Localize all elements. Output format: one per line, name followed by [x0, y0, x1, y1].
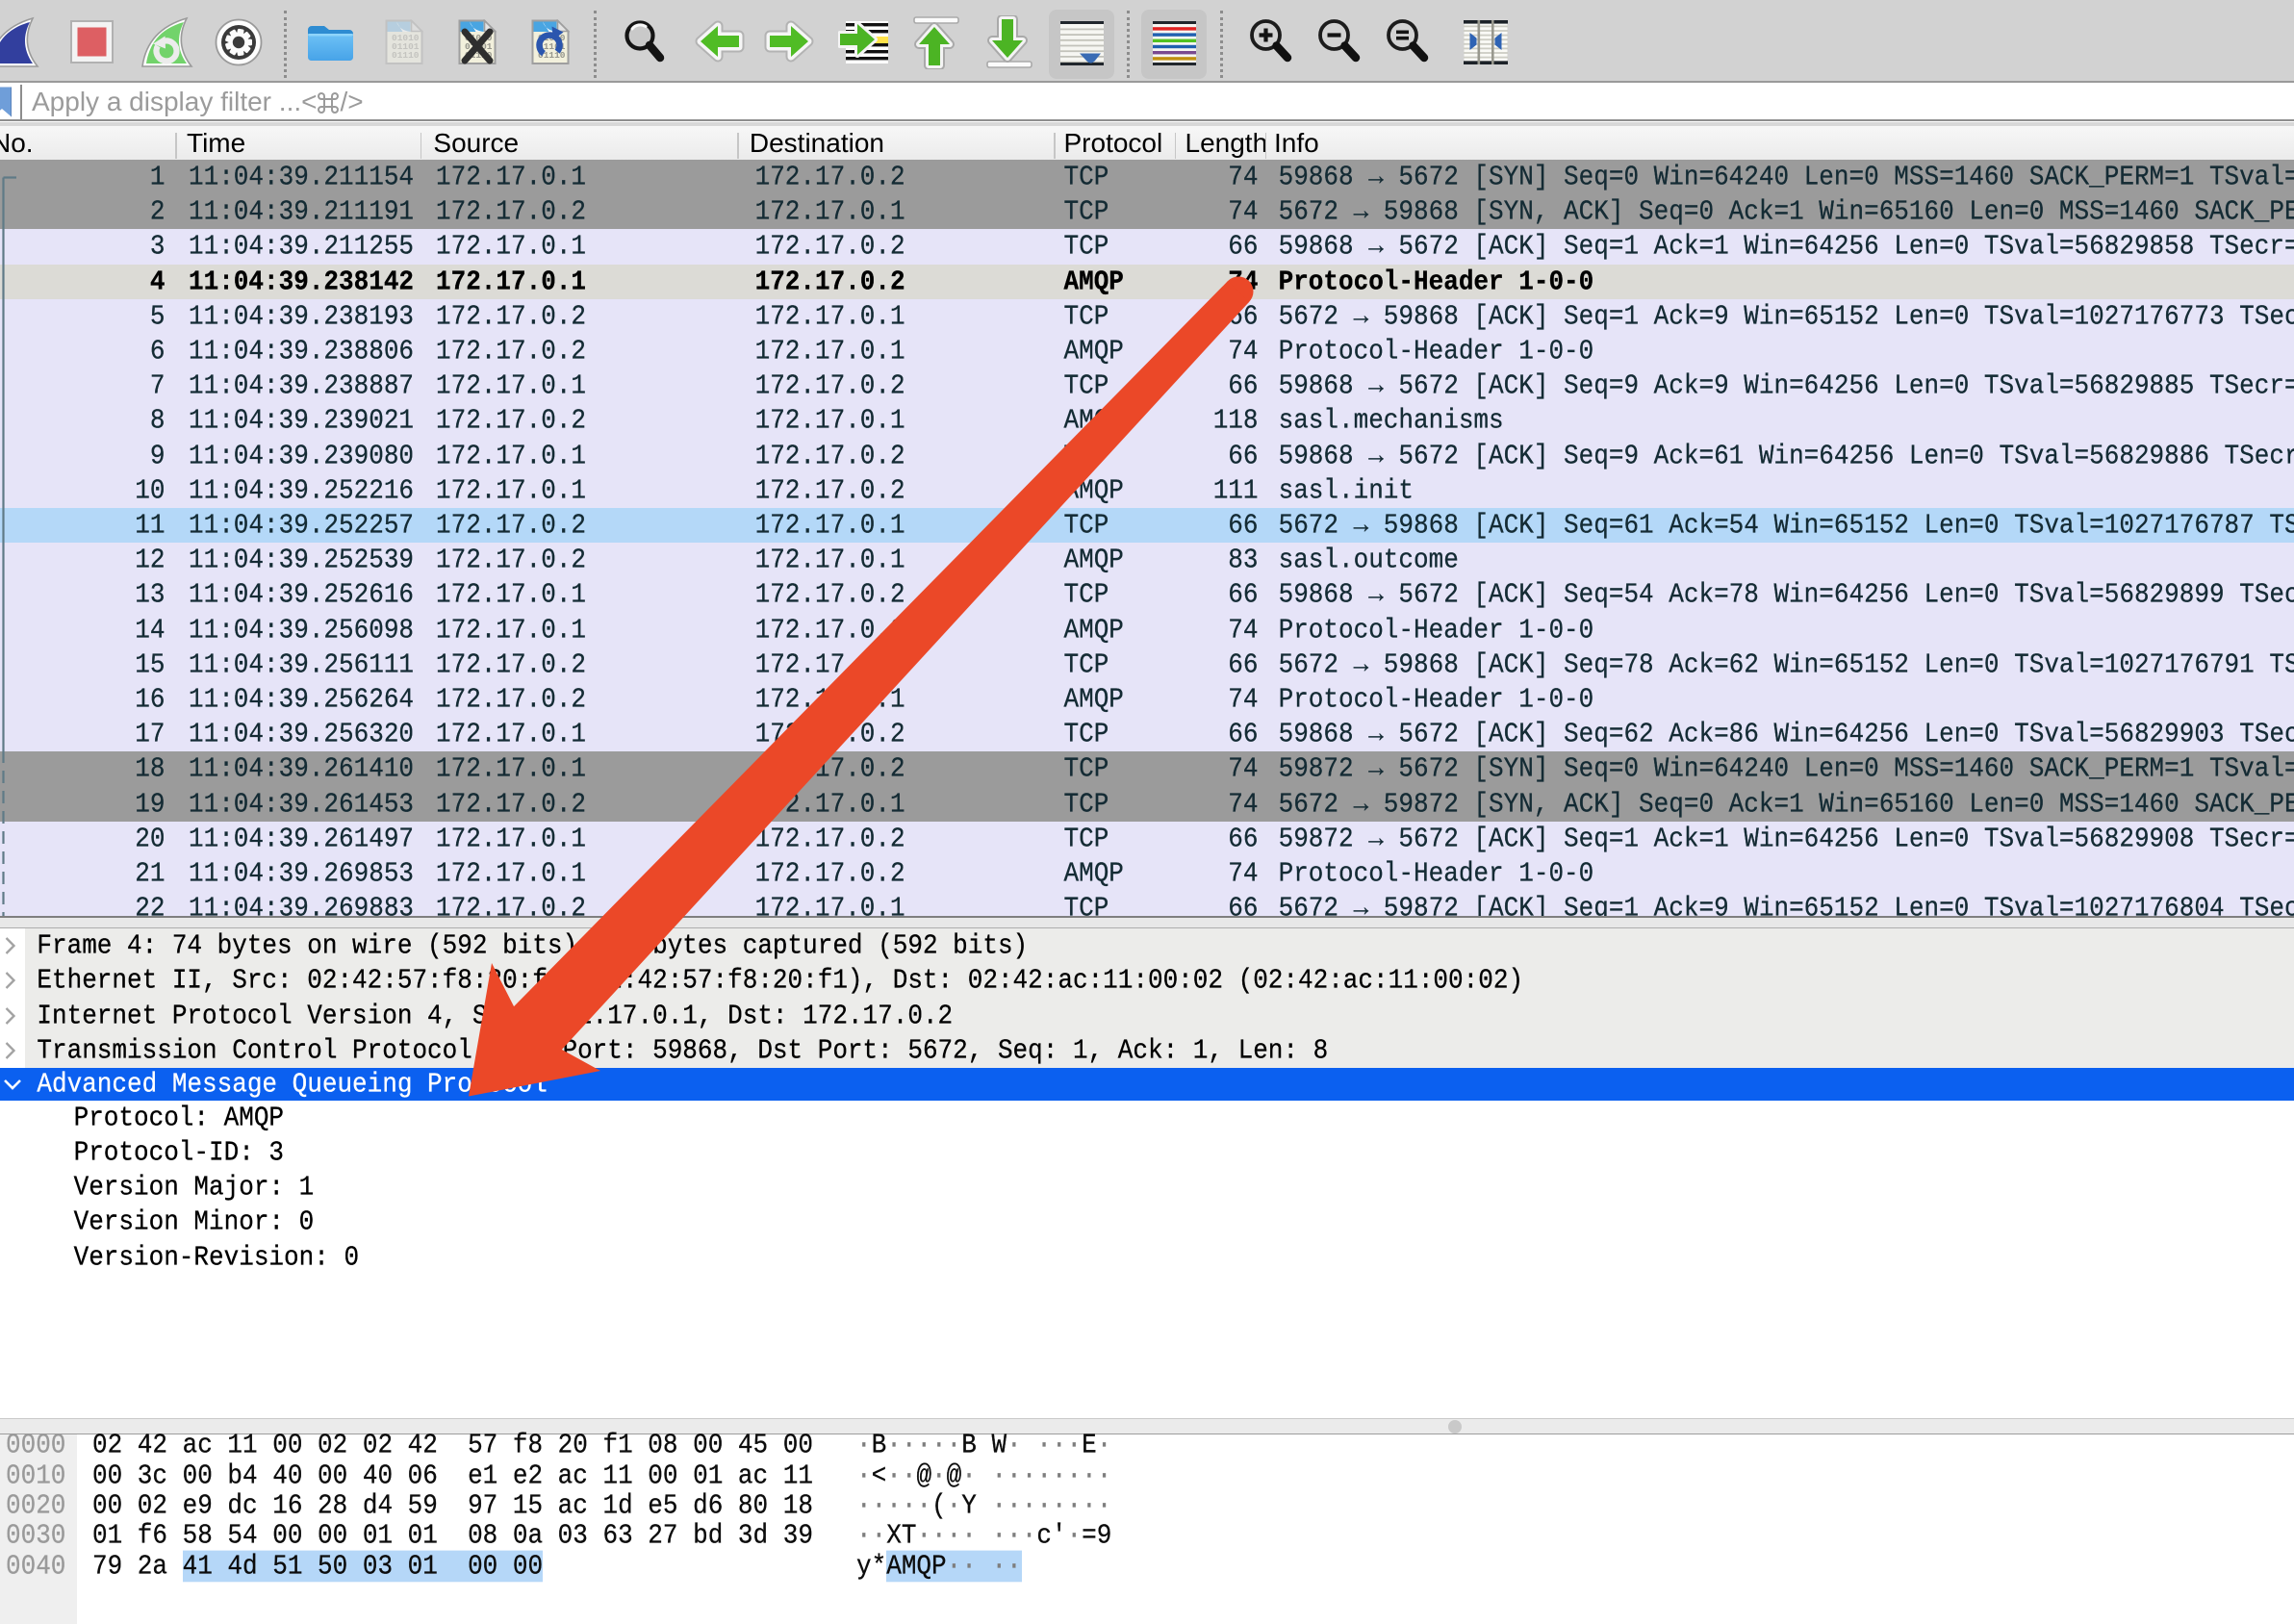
- svg-text:01110: 01110: [392, 50, 420, 61]
